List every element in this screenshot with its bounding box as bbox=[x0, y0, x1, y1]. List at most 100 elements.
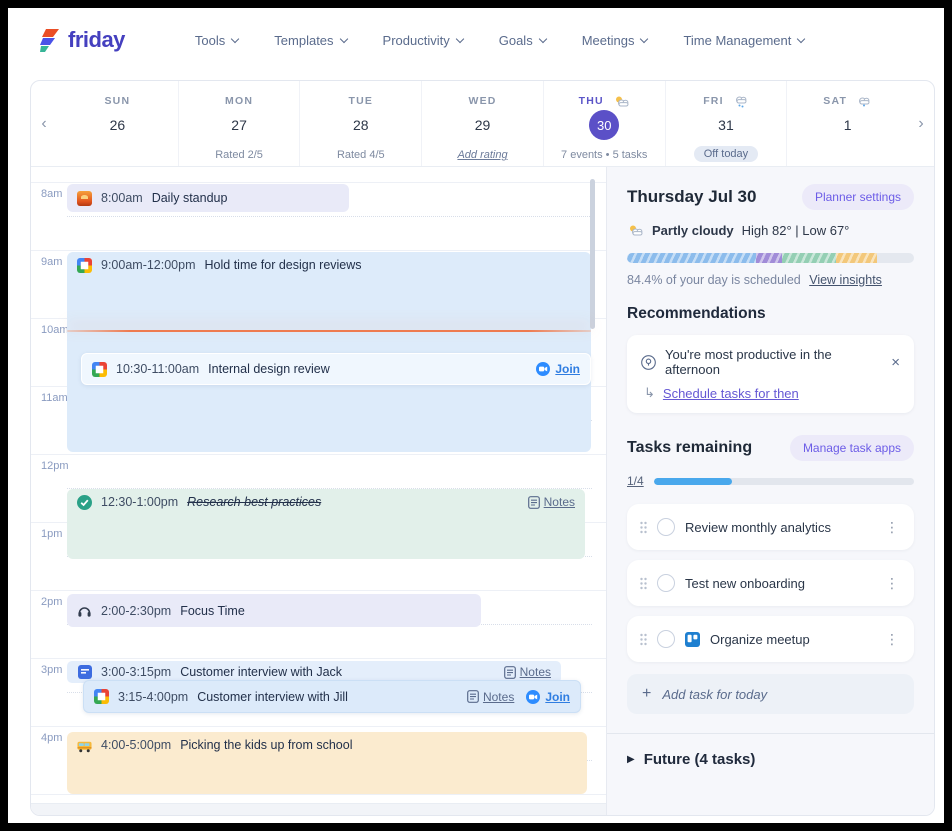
event-title: Hold time for design reviews bbox=[205, 258, 362, 272]
dow-label: THU bbox=[579, 95, 604, 107]
hour-line bbox=[31, 182, 606, 183]
nav-item-productivity[interactable]: Productivity bbox=[383, 33, 463, 48]
day-column-fri[interactable]: FRI 31 Off today bbox=[665, 81, 787, 166]
event-hold-time-design-reviews[interactable]: 9:00am-12:00pm Hold time for design revi… bbox=[67, 252, 591, 452]
drag-handle-icon[interactable] bbox=[640, 633, 647, 646]
task-label: Test new onboarding bbox=[685, 576, 805, 591]
day-column-sat[interactable]: SAT 1 bbox=[786, 81, 908, 166]
hour-line bbox=[31, 590, 606, 591]
join-link[interactable]: Join bbox=[536, 362, 580, 376]
notes-link-label: Notes bbox=[520, 665, 551, 679]
day-column-sun[interactable]: SUN 26 bbox=[57, 81, 178, 166]
event-focus-time[interactable]: 2:00-2:30pm Focus Time bbox=[67, 594, 481, 627]
next-week-button[interactable]: › bbox=[908, 81, 934, 166]
day-column-thu-selected[interactable]: THU 30 7 events • 5 tasks bbox=[543, 81, 665, 166]
kebab-menu-icon[interactable]: ⋮ bbox=[883, 519, 901, 536]
add-task-button[interactable]: + Add task for today bbox=[627, 674, 914, 714]
day-date: 29 bbox=[475, 110, 491, 140]
calendar-horizontal-scrollbar[interactable] bbox=[31, 803, 606, 815]
notes-link[interactable]: Notes bbox=[528, 495, 575, 509]
top-bar: friday Tools Templates Productivity Goal… bbox=[8, 8, 944, 72]
google-calendar-icon bbox=[77, 258, 92, 273]
chevron-down-icon bbox=[538, 34, 546, 42]
plus-icon: + bbox=[642, 685, 651, 703]
nav-label: Templates bbox=[274, 33, 333, 48]
day-column-tue[interactable]: TUE 28 Rated 4/5 bbox=[299, 81, 421, 166]
chevron-down-icon bbox=[797, 34, 805, 42]
future-tasks-toggle[interactable]: ▶ Future (4 tasks) bbox=[627, 751, 914, 768]
add-rating-link[interactable]: Add rating bbox=[457, 146, 507, 164]
chevron-down-icon bbox=[455, 34, 463, 42]
drag-handle-icon[interactable] bbox=[640, 521, 647, 534]
kebab-menu-icon[interactable]: ⋮ bbox=[883, 631, 901, 648]
kebab-menu-icon[interactable]: ⋮ bbox=[883, 575, 901, 592]
task-checkbox[interactable] bbox=[657, 574, 675, 592]
nav-item-templates[interactable]: Templates bbox=[274, 33, 346, 48]
nav-label: Productivity bbox=[383, 33, 450, 48]
notes-link-label: Notes bbox=[544, 495, 575, 509]
day-date: 27 bbox=[231, 110, 247, 140]
hour-label: 10am bbox=[41, 324, 69, 336]
event-picking-kids-up[interactable]: 4:00-5:00pm Picking the kids up from sch… bbox=[67, 732, 587, 794]
event-time: 2:00-2:30pm bbox=[101, 604, 171, 618]
event-title: Customer interview with Jack bbox=[180, 665, 342, 679]
hour-line bbox=[31, 794, 606, 795]
hour-line bbox=[31, 250, 606, 251]
nav-item-meetings[interactable]: Meetings bbox=[582, 33, 648, 48]
task-row-review-monthly-analytics[interactable]: Review monthly analytics ⋮ bbox=[627, 504, 914, 550]
event-title: Customer interview with Jill bbox=[197, 690, 348, 704]
day-date: 1 bbox=[844, 110, 852, 140]
day-of-week: FRI bbox=[703, 94, 749, 108]
task-row-test-new-onboarding[interactable]: Test new onboarding ⋮ bbox=[627, 560, 914, 606]
hour-line bbox=[31, 658, 606, 659]
friday-logo[interactable]: friday bbox=[40, 27, 125, 53]
join-link[interactable]: Join bbox=[526, 690, 570, 704]
event-daily-standup[interactable]: 8:00am Daily standup bbox=[67, 184, 349, 212]
nav-label: Time Management bbox=[683, 33, 791, 48]
event-internal-design-review[interactable]: 10:30-11:00am Internal design review Joi… bbox=[81, 353, 591, 385]
task-row-organize-meetup[interactable]: Organize meetup ⋮ bbox=[627, 616, 914, 662]
calendar-vertical-scrollbar[interactable] bbox=[590, 179, 595, 329]
dow-label: FRI bbox=[703, 95, 724, 107]
event-research-best-practices[interactable]: 12:30-1:00pm Research best practices Not… bbox=[67, 489, 585, 559]
day-of-week: TUE bbox=[348, 94, 373, 108]
day-column-mon[interactable]: MON 27 Rated 2/5 bbox=[178, 81, 300, 166]
event-customer-interview-jill[interactable]: 3:15-4:00pm Customer interview with Jill… bbox=[83, 680, 581, 713]
hour-label: 8am bbox=[41, 188, 62, 200]
day-of-week: WED bbox=[468, 94, 496, 108]
lightbulb-icon bbox=[641, 355, 656, 370]
task-checkbox[interactable] bbox=[657, 518, 675, 536]
zoom-meeting-icon bbox=[536, 362, 550, 376]
close-icon[interactable]: × bbox=[891, 355, 900, 370]
schedule-tasks-link[interactable]: Schedule tasks for then bbox=[663, 386, 799, 401]
event-time: 12:30-1:00pm bbox=[101, 495, 178, 509]
nav-item-goals[interactable]: Goals bbox=[499, 33, 546, 48]
task-checkbox[interactable] bbox=[657, 630, 675, 648]
day-column-wed[interactable]: WED 29 Add rating bbox=[421, 81, 543, 166]
view-insights-link[interactable]: View insights bbox=[809, 273, 882, 287]
dow-label: SUN bbox=[104, 95, 130, 107]
prev-week-button[interactable]: ‹ bbox=[31, 81, 57, 166]
event-time: 10:30-11:00am bbox=[116, 362, 199, 376]
nav-item-time-management[interactable]: Time Management bbox=[683, 33, 804, 48]
google-calendar-icon bbox=[94, 689, 109, 704]
drag-handle-icon[interactable] bbox=[640, 577, 647, 590]
event-title: Internal design review bbox=[208, 362, 330, 376]
add-task-label: Add task for today bbox=[662, 687, 767, 702]
nav-label: Goals bbox=[499, 33, 533, 48]
schedule-caption: 84.4% of your day is scheduled bbox=[627, 273, 801, 287]
off-today-badge: Off today bbox=[694, 146, 758, 162]
school-bus-icon bbox=[77, 738, 92, 753]
notes-link[interactable]: Notes bbox=[467, 690, 514, 704]
day-of-week: MON bbox=[225, 94, 253, 108]
nav-item-tools[interactable]: Tools bbox=[195, 33, 238, 48]
hour-label: 12pm bbox=[41, 460, 69, 472]
task-progress-count[interactable]: 1/4 bbox=[627, 474, 644, 488]
hour-line bbox=[31, 726, 606, 727]
notes-link[interactable]: Notes bbox=[504, 665, 551, 679]
planner-settings-button[interactable]: Planner settings bbox=[802, 184, 914, 210]
manage-task-apps-button[interactable]: Manage task apps bbox=[790, 435, 914, 461]
google-calendar-icon bbox=[92, 362, 107, 377]
segment-blue bbox=[627, 253, 756, 263]
chevron-down-icon bbox=[231, 34, 239, 42]
